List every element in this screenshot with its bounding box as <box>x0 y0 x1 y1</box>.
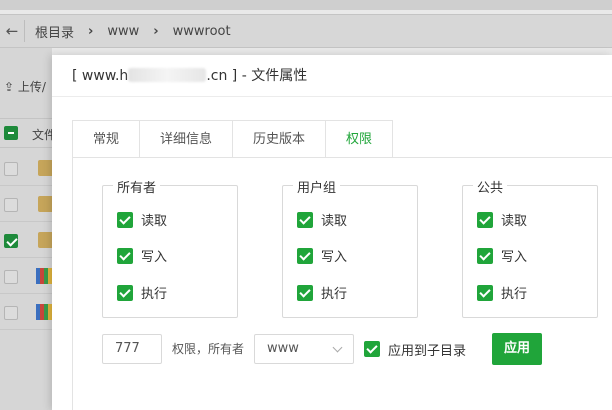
tab-history[interactable]: 历史版本 <box>232 120 326 158</box>
folder-icon <box>38 196 52 212</box>
chevron-down-icon <box>332 342 343 353</box>
public-group: 公共 读取 写入 执行 <box>462 177 598 318</box>
row-checkbox[interactable] <box>4 234 18 248</box>
row-checkbox[interactable] <box>4 198 18 212</box>
owner-read-checkbox[interactable]: 读取 <box>117 210 167 229</box>
check-icon <box>297 247 313 264</box>
check-icon <box>117 211 133 228</box>
perm-label: 写入 <box>141 250 168 265</box>
archive-icon <box>36 304 52 320</box>
row-checkbox[interactable] <box>4 270 18 284</box>
apply-subdir-label: 应用到子目录 <box>388 343 467 359</box>
tab-permissions[interactable]: 权限 <box>325 120 394 158</box>
perm-label: 执行 <box>501 287 528 302</box>
group-title: 公共 <box>473 177 508 196</box>
permission-number-input[interactable]: 777 <box>102 334 162 364</box>
background-topbar <box>0 0 612 10</box>
file-properties-dialog: [ www.h .cn ] - 文件属性 常规 详细信息 历史版本 权限 所有者 … <box>52 55 612 410</box>
public-read-checkbox[interactable]: 读取 <box>477 210 527 229</box>
group-title: 用户组 <box>293 177 341 196</box>
redacted-text <box>128 68 207 82</box>
tab-general[interactable]: 常规 <box>72 120 140 158</box>
apply-button[interactable]: 应用 <box>492 333 542 365</box>
perm-label: 写入 <box>501 250 528 265</box>
chevron-right-icon: › <box>153 23 159 39</box>
arrow-left-icon[interactable]: ← <box>0 22 24 40</box>
row-checkbox[interactable] <box>4 162 18 176</box>
owner-execute-checkbox[interactable]: 执行 <box>117 283 167 302</box>
check-icon <box>477 211 493 228</box>
owner-select-value: www <box>267 341 299 356</box>
dialog-title-prefix: [ www.h <box>72 68 129 84</box>
check-icon <box>364 341 380 357</box>
check-icon <box>297 284 313 301</box>
group-title: 所有者 <box>113 177 161 196</box>
public-execute-checkbox[interactable]: 执行 <box>477 283 527 302</box>
check-icon <box>477 247 493 264</box>
check-icon <box>297 211 313 228</box>
owner-label: 权限，所有者 <box>172 342 245 356</box>
perm-label: 执行 <box>141 287 168 302</box>
folder-icon <box>38 160 52 176</box>
breadcrumb-root[interactable]: 根目录 <box>35 22 74 41</box>
select-all-checkbox[interactable] <box>4 126 18 140</box>
path-bar: ← 根目录 › www › wwwroot <box>0 14 612 48</box>
group-write-checkbox[interactable]: 写入 <box>297 246 347 265</box>
dialog-title: [ www.h .cn ] - 文件属性 <box>52 55 612 97</box>
upload-button[interactable]: ⇪ 上传/ <box>4 78 46 95</box>
apply-subdir-checkbox[interactable]: 应用到子目录 <box>364 334 466 364</box>
public-write-checkbox[interactable]: 写入 <box>477 246 527 265</box>
dialog-title-suffix: .cn ] - 文件属性 <box>206 68 308 84</box>
group-read-checkbox[interactable]: 读取 <box>297 210 347 229</box>
perm-label: 读取 <box>321 214 348 229</box>
owner-group: 所有者 读取 写入 执行 <box>102 177 238 318</box>
perm-label: 写入 <box>321 250 348 265</box>
usergroup-group: 用户组 读取 写入 执行 <box>282 177 418 318</box>
breadcrumb-www[interactable]: www <box>107 24 139 39</box>
group-execute-checkbox[interactable]: 执行 <box>297 283 347 302</box>
archive-icon <box>36 268 52 284</box>
perm-label: 执行 <box>321 287 348 302</box>
perm-label: 读取 <box>141 214 168 229</box>
divider <box>24 20 25 42</box>
folder-icon <box>38 232 52 248</box>
breadcrumb-wwwroot[interactable]: wwwroot <box>173 24 231 39</box>
chevron-right-icon: › <box>88 23 94 39</box>
tab-bar: 常规 详细信息 历史版本 权限 <box>72 120 394 158</box>
perm-label: 读取 <box>501 214 528 229</box>
row-checkbox[interactable] <box>4 306 18 320</box>
tab-details[interactable]: 详细信息 <box>139 120 233 158</box>
check-icon <box>477 284 493 301</box>
owner-select[interactable]: www <box>254 334 354 364</box>
check-icon <box>117 284 133 301</box>
owner-write-checkbox[interactable]: 写入 <box>117 246 167 265</box>
check-icon <box>117 247 133 264</box>
upload-label: 上传/ <box>17 80 46 94</box>
